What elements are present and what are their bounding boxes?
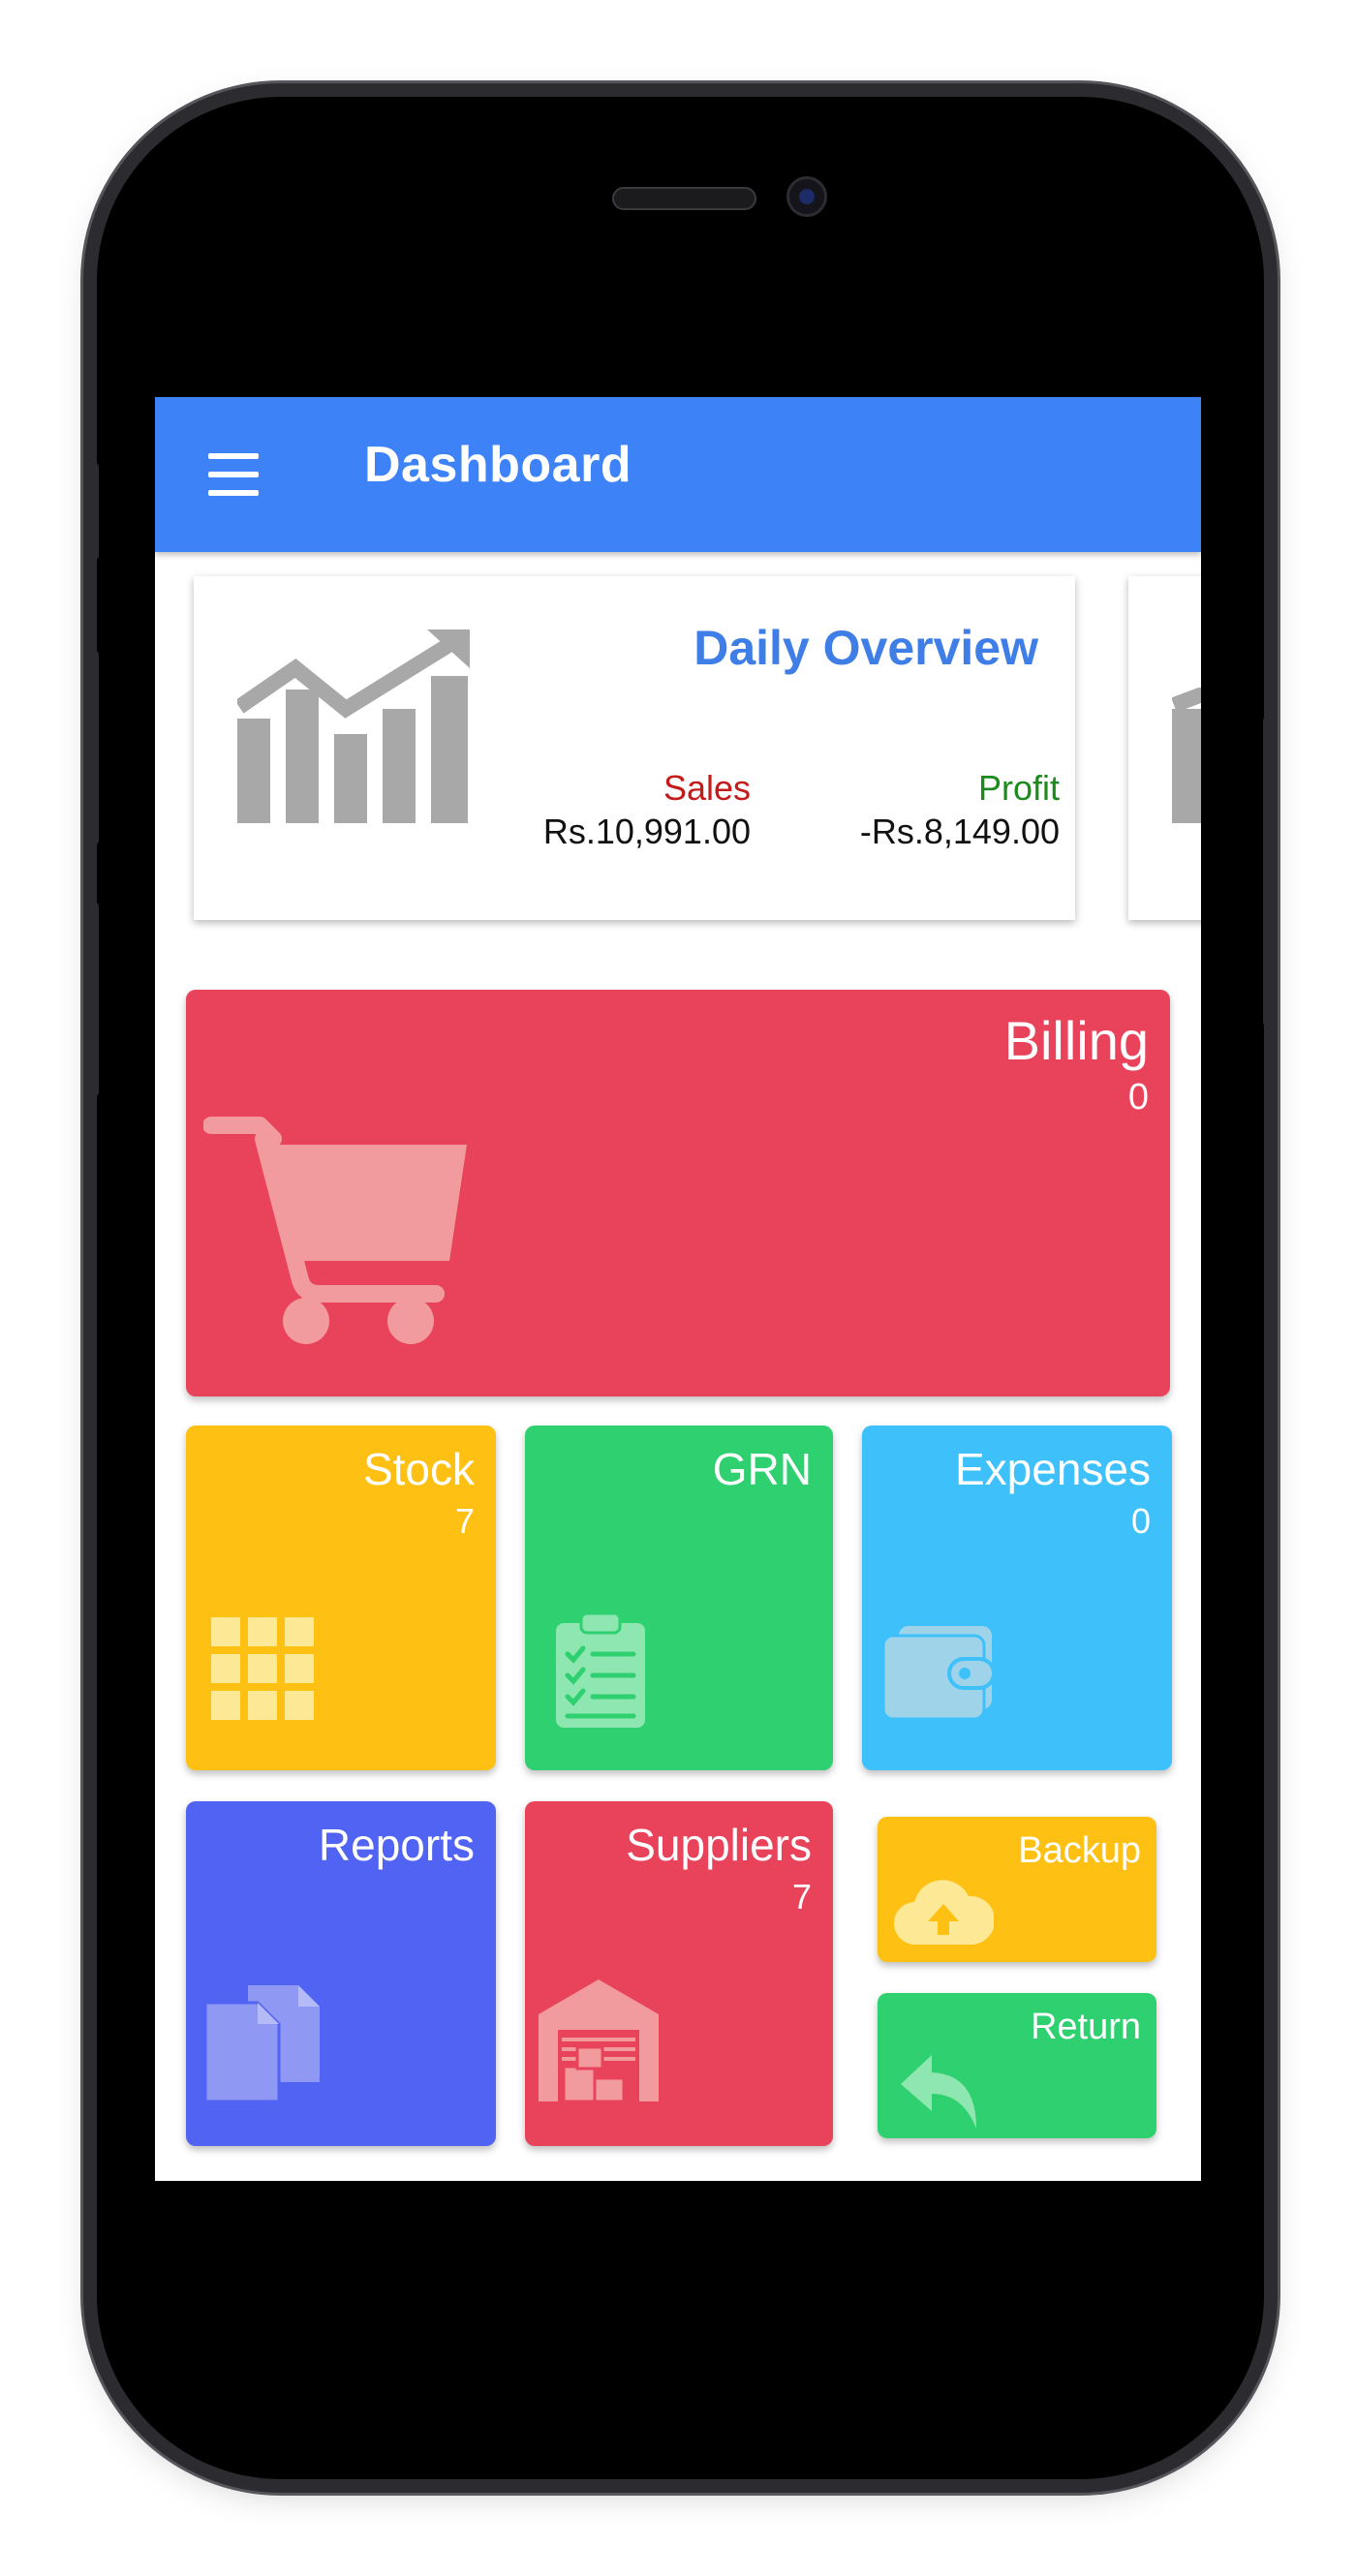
expenses-label: Expenses [954, 1444, 1151, 1494]
front-camera [786, 176, 827, 217]
overview-title: Daily Overview [693, 621, 1038, 675]
profit-label: Profit [977, 768, 1060, 808]
next-overview-card[interactable] [1128, 576, 1201, 920]
stock-tile[interactable]: Stock 7 [186, 1426, 496, 1770]
backup-tile[interactable]: Backup [878, 1817, 1156, 1962]
cloud-upload-icon [894, 1880, 994, 1946]
trending-chart-icon [1172, 688, 1201, 823]
stock-count: 7 [454, 1501, 475, 1541]
grn-label: GRN [712, 1444, 812, 1494]
profit-value: -Rs.8,149.00 [859, 812, 1060, 851]
suppliers-tile[interactable]: Suppliers 7 [525, 1801, 833, 2146]
volume-down-button [85, 903, 99, 1096]
backup-label: Backup [1018, 1830, 1141, 1871]
billing-count: 0 [1127, 1077, 1149, 1118]
app-bar: Dashboard [155, 397, 1201, 552]
return-label: Return [1030, 2007, 1141, 2047]
clipboard-checklist-icon [556, 1611, 645, 1728]
billing-tile[interactable]: Billing 0 [186, 990, 1170, 1396]
power-button [1263, 717, 1277, 1027]
reply-arrow-icon [901, 2055, 976, 2129]
page-title: Dashboard [364, 437, 632, 493]
reports-label: Reports [318, 1820, 475, 1870]
stock-label: Stock [362, 1444, 475, 1494]
sales-label: Sales [663, 768, 751, 808]
sales-value: Rs.10,991.00 [542, 812, 751, 851]
hamburger-menu-icon[interactable] [208, 453, 259, 496]
expenses-tile[interactable]: Expenses 0 [862, 1426, 1172, 1770]
earpiece-speaker [612, 187, 756, 210]
documents-icon [203, 1985, 320, 2103]
grid-icon [211, 1617, 314, 1720]
suppliers-count: 7 [791, 1877, 812, 1917]
expenses-count: 0 [1130, 1501, 1151, 1541]
suppliers-label: Suppliers [626, 1820, 812, 1870]
warehouse-icon [539, 1979, 659, 2101]
reports-tile[interactable]: Reports [186, 1801, 496, 2146]
trending-chart-icon [237, 629, 470, 823]
wallet-icon [881, 1626, 996, 1721]
daily-overview-card[interactable]: Daily Overview Sales Rs.10,991.00 Profit… [194, 576, 1075, 920]
mute-switch [85, 463, 99, 560]
grn-tile[interactable]: GRN [525, 1426, 833, 1770]
billing-label: Billing [1003, 1010, 1149, 1071]
return-tile[interactable]: Return [878, 1993, 1156, 2138]
shopping-cart-icon [203, 1117, 467, 1344]
app-screen: Dashboard Daily Overview Sales Rs.10,991… [155, 397, 1201, 2181]
volume-up-button [85, 651, 99, 844]
